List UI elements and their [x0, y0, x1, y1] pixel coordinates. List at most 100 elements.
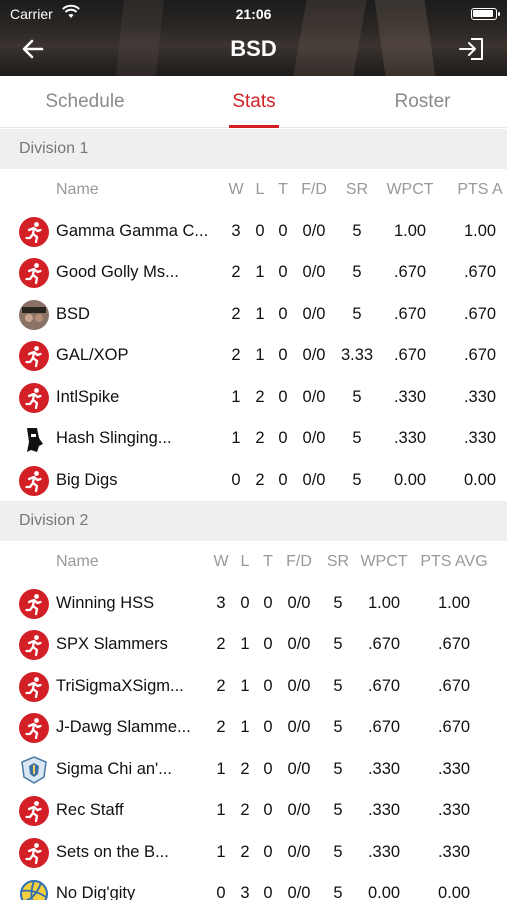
red-runner-icon	[19, 341, 49, 371]
stat-t: 0	[278, 387, 288, 406]
team-row[interactable]: Sigma Chi an'... 1 2 0 0/0 5 .330 .330	[0, 749, 507, 791]
team-row[interactable]: TriSigmaXSigm... 2 1 0 0/0 5 .670 .670	[0, 666, 507, 708]
stat-l: 0	[240, 593, 250, 612]
stat-l: 2	[255, 387, 265, 406]
tab-roster[interactable]: Roster	[370, 91, 475, 113]
character-icon	[19, 424, 49, 454]
stat-l: 1	[240, 676, 250, 695]
stat-fd: 0/0	[287, 884, 311, 900]
stat-fd: 0/0	[302, 263, 326, 281]
stat-l: 2	[255, 470, 265, 489]
stat-wpct: 1.00	[367, 593, 401, 612]
team-name: J-Dawg Slamme...	[56, 718, 191, 736]
stat-fd: 0/0	[287, 635, 311, 653]
stat-l: 2	[240, 759, 250, 778]
stat-t: 0	[263, 801, 273, 819]
stat-t: 0	[278, 263, 288, 281]
tab-bar: Schedule Stats Roster	[0, 76, 507, 128]
stat-wpct: .330	[367, 801, 401, 819]
column-header-row: Name W L T F/D SR WPCT PTS A	[0, 169, 507, 211]
column-header-w[interactable]: W	[226, 169, 246, 211]
red-runner-icon	[19, 588, 49, 619]
stat-t: 0	[263, 593, 273, 612]
team-photo-icon	[19, 299, 49, 330]
tab-stats[interactable]: Stats	[210, 91, 298, 113]
stat-pts: 0.00	[463, 470, 497, 489]
stat-wpct: .670	[367, 635, 401, 653]
stat-l: 3	[240, 884, 250, 900]
team-name: Winning HSS	[56, 593, 155, 612]
leave-team-button[interactable]	[457, 36, 485, 62]
stat-l: 1	[255, 304, 265, 323]
stat-sr: 5	[333, 676, 343, 695]
battery-icon	[471, 8, 500, 20]
team-name: Sets on the B...	[56, 842, 169, 861]
stat-l: 1	[240, 635, 250, 653]
stat-w: 2	[216, 718, 226, 736]
stat-pts: .670	[437, 718, 471, 736]
column-header-sr[interactable]: SR	[318, 541, 358, 583]
stat-t: 0	[278, 304, 288, 323]
team-row[interactable]: SPX Slammers 2 1 0 0/0 5 .670 .670	[0, 624, 507, 666]
team-row[interactable]: IntlSpike 1 2 0 0/0 5 .330 .330	[0, 377, 507, 419]
column-header-w[interactable]: W	[211, 541, 231, 583]
team-name: No Dig'gity	[56, 884, 136, 900]
team-row[interactable]: Rec Staff 1 2 0 0/0 5 .330 .330	[0, 790, 507, 832]
tab-schedule[interactable]: Schedule	[30, 91, 140, 113]
team-name: TriSigmaXSigm...	[56, 676, 184, 695]
stat-sr: 5	[333, 718, 343, 736]
stat-t: 0	[278, 346, 288, 364]
column-header-pts[interactable]: PTS A	[440, 169, 507, 211]
clock: 21:06	[235, 6, 272, 22]
team-row[interactable]: Big Digs 0 2 0 0/0 5 0.00 0.00	[0, 460, 507, 502]
column-header-wpct[interactable]: WPCT	[385, 169, 435, 211]
standings-list[interactable]: Division 1 Name W L T F/D SR WPCT PTS A Gamma Gam…	[0, 129, 507, 900]
stat-wpct: 0.00	[367, 884, 401, 900]
column-header-fd[interactable]: F/D	[281, 541, 317, 583]
red-runner-icon	[19, 671, 49, 702]
crest-icon	[19, 755, 49, 785]
red-runner-icon	[19, 837, 49, 868]
stat-pts: .330	[463, 387, 497, 406]
column-header-t[interactable]: T	[273, 169, 293, 211]
column-header-sr[interactable]: SR	[337, 169, 377, 211]
team-row[interactable]: Sets on the B... 1 2 0 0/0 5 .330 .330	[0, 832, 507, 874]
team-row[interactable]: Winning HSS 3 0 0 0/0 5 1.00 1.00	[0, 583, 507, 625]
stat-l: 2	[240, 842, 250, 861]
stat-fd: 0/0	[287, 593, 311, 612]
column-header-name[interactable]: Name	[56, 169, 99, 211]
stat-l: 1	[240, 718, 250, 736]
stat-w: 1	[216, 842, 226, 861]
column-header-wpct[interactable]: WPCT	[359, 541, 409, 583]
column-header-l[interactable]: L	[250, 169, 270, 211]
stat-fd: 0/0	[302, 470, 326, 489]
stat-sr: 5	[333, 842, 343, 861]
team-row[interactable]: Hash Slinging... 1 2 0 0/0 5 .330 .330	[0, 418, 507, 460]
stat-t: 0	[278, 221, 288, 240]
column-header-l[interactable]: L	[235, 541, 255, 583]
team-row[interactable]: Good Golly Ms... 2 1 0 0/0 5 .670 .670	[0, 252, 507, 294]
division-header: Division 2	[0, 501, 507, 541]
team-row[interactable]: No Dig'gity 0 3 0 0/0 5 0.00 0.00	[0, 873, 507, 900]
stat-w: 1	[216, 759, 226, 778]
column-header-t[interactable]: T	[258, 541, 278, 583]
stat-wpct: .330	[367, 842, 401, 861]
stat-t: 0	[278, 429, 288, 447]
column-header-row: Name W L T F/D SR WPCT PTS AVG	[0, 541, 507, 583]
team-row[interactable]: GAL/XOP 2 1 0 0/0 3.33 .670 .670	[0, 335, 507, 377]
red-runner-icon	[19, 630, 49, 660]
team-row[interactable]: BSD 2 1 0 0/0 5 .670 .670	[0, 294, 507, 336]
team-row[interactable]: J-Dawg Slamme... 2 1 0 0/0 5 .670 .670	[0, 707, 507, 749]
stat-pts: .330	[437, 842, 471, 861]
stat-w: 2	[216, 635, 226, 653]
team-row[interactable]: Gamma Gamma C... 3 0 0 0/0 5 1.00 1.00	[0, 211, 507, 253]
active-tab-indicator	[229, 125, 279, 128]
team-name: Good Golly Ms...	[56, 263, 179, 281]
team-name: GAL/XOP	[56, 346, 129, 364]
column-header-fd[interactable]: F/D	[296, 169, 332, 211]
column-header-pts[interactable]: PTS AVG	[414, 541, 494, 583]
column-header-name[interactable]: Name	[56, 541, 99, 583]
stat-fd: 0/0	[287, 718, 311, 736]
team-header: Carrier 21:06 BSD	[0, 0, 507, 76]
stat-w: 2	[216, 676, 226, 695]
